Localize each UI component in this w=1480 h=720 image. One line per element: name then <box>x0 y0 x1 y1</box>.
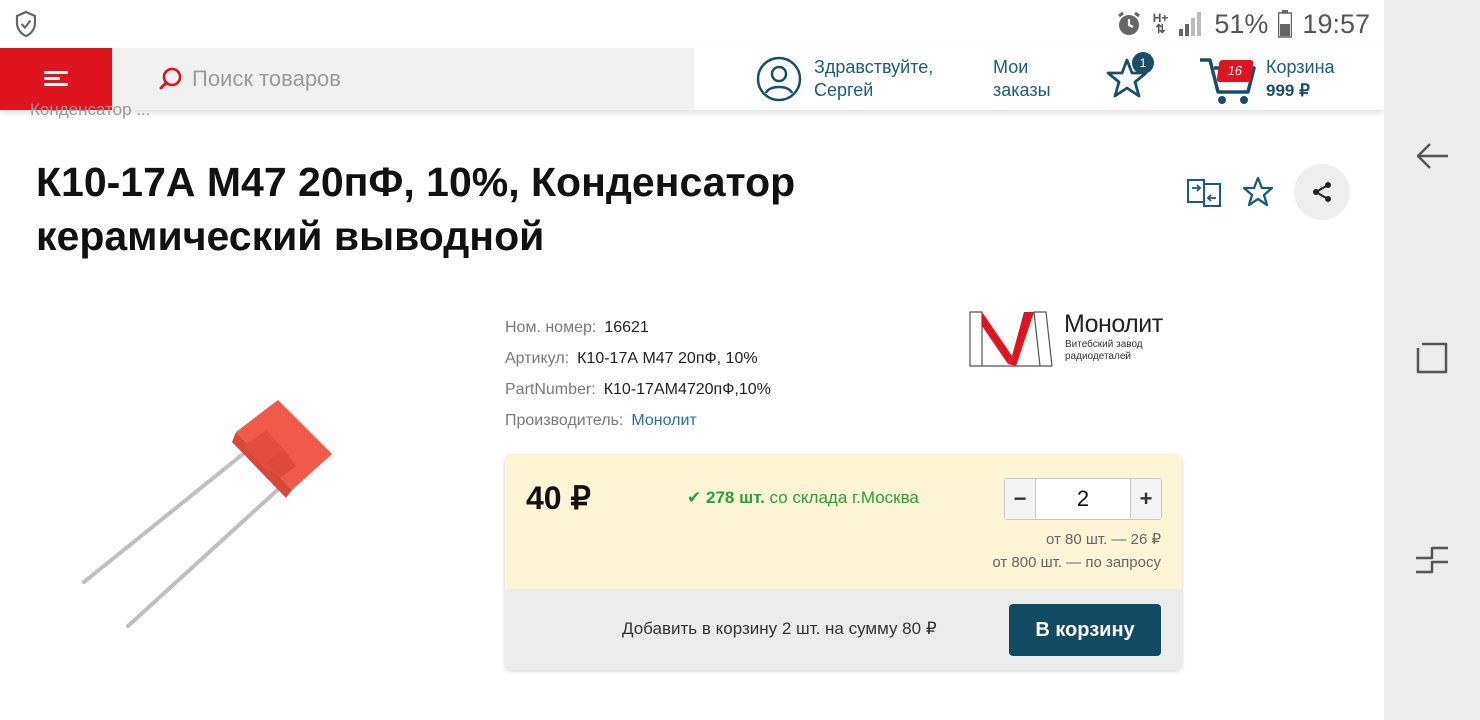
product-image[interactable] <box>70 380 370 640</box>
add-to-cart-button[interactable]: В корзину <box>1009 604 1161 656</box>
spec-row: Ном. номер: 16621 <box>505 312 771 343</box>
spec-label: Ном. номер: <box>505 319 597 336</box>
system-nav-bar <box>1384 0 1480 720</box>
quantity-input[interactable] <box>1036 479 1130 519</box>
search-input[interactable] <box>192 66 672 92</box>
decrease-quantity-button[interactable]: − <box>1005 479 1036 519</box>
account-link[interactable]: Здравствуйте, Сергей <box>756 56 933 102</box>
battery-icon <box>1278 10 1293 38</box>
stock-info: ✔ 278 шт. со склада г.Москва <box>687 488 919 508</box>
my-orders-link[interactable]: Мои заказы <box>993 56 1051 102</box>
spec-label: PartNumber: <box>505 381 596 398</box>
favorites-button[interactable]: 1 <box>1104 52 1154 106</box>
spec-row: Производитель: Монолит <box>505 405 771 436</box>
cart-button[interactable]: 16 <box>1198 54 1258 106</box>
back-icon[interactable] <box>1414 138 1450 174</box>
recent-apps-icon[interactable] <box>1414 542 1450 578</box>
spec-value: К10-17А М47 20пФ, 10% <box>577 350 758 367</box>
shield-icon <box>15 10 37 38</box>
spec-row: Артикул: К10-17А М47 20пФ, 10% <box>505 343 771 374</box>
favorites-count-badge: 1 <box>1132 52 1154 74</box>
battery-percent: 51% <box>1214 8 1269 39</box>
share-button[interactable] <box>1294 164 1350 220</box>
share-icon <box>1313 182 1331 202</box>
site-header: Здравствуйте, Сергей Мои заказы 1 16 Кор… <box>0 48 1384 110</box>
spec-value: К10-17АМ4720пФ,10% <box>603 381 771 398</box>
compare-button[interactable] <box>1186 174 1222 210</box>
alarm-icon <box>1117 11 1140 35</box>
star-icon <box>1242 176 1274 207</box>
cart-count-badge: 16 <box>1216 60 1254 82</box>
spec-value: 16621 <box>604 319 649 336</box>
quantity-stepper: − + <box>1004 478 1162 520</box>
buy-box: 40 ₽ ✔ 278 шт. со склада г.Москва − + от… <box>505 455 1182 670</box>
check-icon: ✔ <box>687 488 702 507</box>
spec-label: Артикул: <box>505 350 570 367</box>
page-title: К10-17А М47 20пФ, 10%, Конденсатор керам… <box>36 155 936 263</box>
cart-label: Корзина <box>1266 57 1335 77</box>
product-specs: Ном. номер: 16621 Артикул: К10-17А М47 20п… <box>505 312 771 436</box>
compare-icon <box>1187 179 1221 207</box>
breadcrumb[interactable]: Конденсатор ... <box>30 100 151 120</box>
user-icon <box>756 56 802 102</box>
cart-summary[interactable]: Корзина 999 ₽ <box>1266 56 1335 102</box>
title-line-1: К10-17А М47 20пФ, 10%, Конденсатор <box>36 159 796 205</box>
increase-quantity-button[interactable]: + <box>1130 479 1161 519</box>
greeting-line: Здравствуйте, <box>814 57 934 77</box>
spec-label: Производитель: <box>505 412 624 429</box>
add-summary: Добавить в корзину 2 шт. на сумму 80 ₽ <box>622 619 937 638</box>
brand-subtitle-line2: радиодеталей <box>1065 351 1131 362</box>
manufacturer-link[interactable]: Монолит <box>631 412 696 429</box>
stock-place: со склада г.Москва <box>769 488 919 507</box>
search-icon[interactable] <box>158 66 184 92</box>
hamburger-icon <box>44 71 68 87</box>
brand-subtitle: Витебский завод радиодеталей <box>1065 339 1143 363</box>
search-bar <box>112 48 694 110</box>
status-bar: H+ ⇅ 51% 19:57 <box>0 0 1384 48</box>
clock: 19:57 <box>1302 8 1370 39</box>
price-tier-1: от 80 шт. — 26 ₽ <box>1045 531 1161 548</box>
stock-count: 278 шт. <box>705 488 765 507</box>
price-tier-2: от 800 шт. — по запросу <box>992 554 1161 571</box>
brand-name: Монолит <box>1064 310 1163 338</box>
spec-row: PartNumber: К10-17АМ4720пФ,10% <box>505 374 771 405</box>
brand-logo[interactable]: Монолит Витебский завод радиодеталей <box>968 306 1198 372</box>
add-to-favorites-button[interactable] <box>1240 174 1276 210</box>
user-name: Сергей <box>814 80 874 100</box>
title-line-2: керамический выводной <box>36 213 545 259</box>
signal-icon <box>1179 12 1202 36</box>
brand-logo-mark <box>969 311 1053 367</box>
brand-subtitle-line1: Витебский завод <box>1065 339 1143 350</box>
orders-label-line2: заказы <box>993 80 1051 100</box>
orders-label-line1: Мои <box>993 57 1029 77</box>
home-icon[interactable] <box>1414 340 1450 376</box>
network-type-icon: H+ ⇅ <box>1152 11 1169 36</box>
cart-sum: 999 ₽ <box>1266 81 1310 100</box>
price: 40 ₽ <box>526 480 591 516</box>
product-actions <box>1186 164 1350 220</box>
